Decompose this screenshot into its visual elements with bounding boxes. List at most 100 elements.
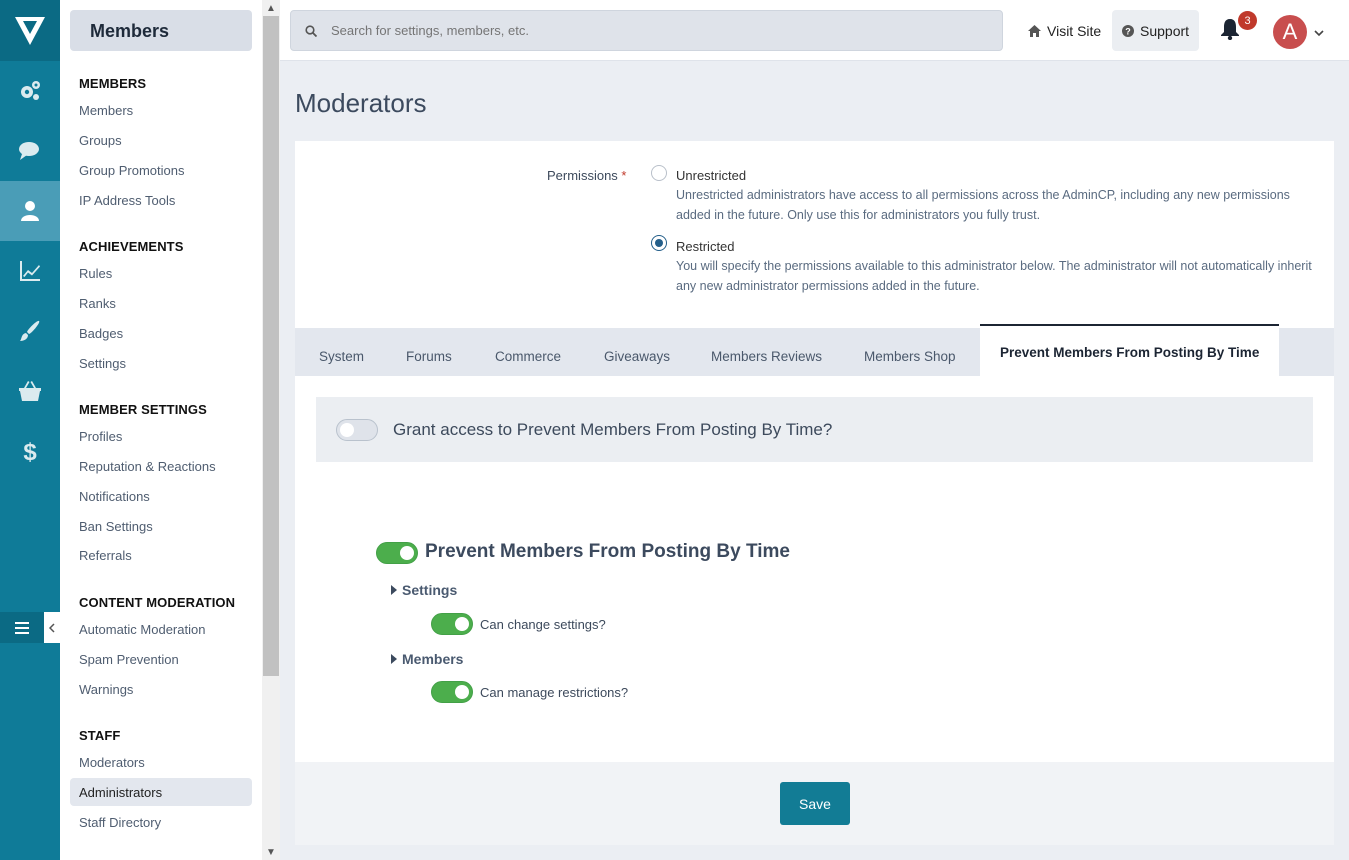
scrollbar-thumb[interactable] — [263, 16, 279, 676]
tab-forums[interactable]: Forums — [406, 328, 452, 376]
can-change-settings-label: Can change settings? — [480, 617, 606, 632]
tab-prevent-members-posting[interactable]: Prevent Members From Posting By Time — [980, 324, 1280, 376]
subnav-item-spam-prevention[interactable]: Spam Prevention — [70, 645, 252, 673]
subnav-item-members[interactable]: Members — [70, 96, 252, 124]
radio-unrestricted[interactable] — [651, 165, 667, 181]
user-avatar[interactable]: A — [1273, 15, 1307, 49]
rail-footer — [0, 612, 60, 643]
home-icon — [1028, 24, 1041, 37]
option-unrestricted-title: Unrestricted — [676, 168, 747, 183]
tab-giveaways[interactable]: Giveaways — [604, 328, 670, 376]
search-input[interactable] — [331, 23, 931, 38]
can-manage-restrictions-toggle[interactable] — [431, 681, 473, 703]
subnav-item-staff-directory[interactable]: Staff Directory — [70, 808, 252, 836]
comments-icon — [19, 142, 39, 160]
group-members[interactable]: Members — [391, 651, 463, 667]
subnav-item-badges[interactable]: Badges — [70, 319, 252, 347]
rail-members[interactable] — [0, 181, 60, 241]
group-settings[interactable]: Settings — [391, 582, 457, 598]
subnav-scrollbar[interactable]: ▲ ▼ — [262, 0, 280, 860]
app-permission-toggle[interactable] — [376, 542, 418, 564]
search-icon — [305, 24, 317, 37]
rail-billing[interactable]: $ — [0, 421, 60, 481]
section-heading-achievements: ACHIEVEMENTS — [79, 239, 184, 254]
chevron-down-icon[interactable] — [1314, 24, 1324, 42]
rail-system[interactable] — [0, 61, 60, 121]
subnav-item-ranks[interactable]: Ranks — [70, 289, 252, 317]
option-restricted-desc: You will specify the permissions availab… — [676, 259, 1312, 293]
rail-stats[interactable] — [0, 241, 60, 301]
search-box[interactable] — [290, 10, 1003, 51]
subnav-item-profiles[interactable]: Profiles — [70, 422, 252, 450]
menu-icon[interactable] — [0, 621, 44, 634]
save-button[interactable]: Save — [780, 782, 850, 825]
logo-icon — [15, 16, 45, 45]
notifications-bell-icon[interactable] — [1220, 18, 1240, 45]
icon-rail: $ — [0, 0, 60, 860]
grant-access-label: Grant access to Prevent Members From Pos… — [393, 420, 833, 439]
section-heading-member-settings: MEMBER SETTINGS — [79, 402, 207, 417]
subnav-item-achievement-settings[interactable]: Settings — [70, 349, 252, 377]
logo[interactable] — [0, 0, 60, 61]
subnav-item-referrals[interactable]: Referrals — [70, 541, 252, 569]
support-button[interactable]: ? Support — [1112, 10, 1200, 51]
top-header: Visit Site ? Support 3 A — [280, 0, 1349, 61]
subnav-item-moderators[interactable]: Moderators — [70, 748, 252, 776]
chart-icon — [20, 261, 40, 281]
rail-customization[interactable] — [0, 301, 60, 361]
group-members-label: Members — [402, 651, 464, 667]
subnav-item-ip-address-tools[interactable]: IP Address Tools — [70, 186, 252, 214]
radio-restricted[interactable] — [651, 235, 667, 251]
permissions-label-text: Permissions — [547, 168, 618, 183]
dollar-icon: $ — [23, 439, 37, 463]
subnav-item-warnings[interactable]: Warnings — [70, 675, 252, 703]
visit-site-label: Visit Site — [1047, 22, 1102, 39]
option-restricted-title: Restricted — [676, 239, 735, 254]
section-heading-content-moderation: CONTENT MODERATION — [79, 595, 236, 610]
collapse-icon[interactable] — [44, 612, 60, 643]
form-footer: Save — [295, 762, 1334, 845]
subnav-title: Members — [70, 10, 252, 51]
subnav-item-groups[interactable]: Groups — [70, 126, 252, 154]
svg-text:$: $ — [23, 439, 37, 463]
caret-right-icon — [391, 654, 397, 664]
can-change-settings-toggle[interactable] — [431, 613, 473, 635]
visit-site-button[interactable]: Visit Site — [1018, 10, 1111, 51]
user-icon — [21, 201, 39, 221]
tab-members-shop[interactable]: Members Shop — [864, 328, 956, 376]
support-label: Support — [1140, 22, 1190, 39]
grant-access-row: Grant access to Prevent Members From Pos… — [316, 397, 1313, 462]
page-title: Moderators — [295, 88, 427, 118]
tab-commerce[interactable]: Commerce — [495, 328, 561, 376]
subnav-item-rules[interactable]: Rules — [70, 259, 252, 287]
brush-icon — [20, 320, 40, 341]
permissions-label: Permissions * — [547, 168, 626, 183]
app-permission-title: Prevent Members From Posting By Time — [425, 541, 790, 562]
rail-commerce[interactable] — [0, 361, 60, 421]
sub-navigation: Members MEMBERS Members Groups Group Pro… — [60, 0, 262, 860]
subnav-item-administrators[interactable]: Administrators — [70, 778, 252, 806]
admin-app: $ Members MEMBERS Members Groups Group P… — [0, 0, 1349, 860]
scroll-down-icon[interactable]: ▼ — [262, 844, 280, 860]
permission-tabs: System Forums Commerce Giveaways Members… — [295, 324, 1334, 376]
basket-icon — [19, 381, 41, 401]
group-settings-label: Settings — [402, 582, 458, 598]
rail-community[interactable] — [0, 121, 60, 181]
notification-count-badge: 3 — [1238, 11, 1257, 30]
subnav-item-ban-settings[interactable]: Ban Settings — [70, 512, 252, 540]
tab-members-reviews[interactable]: Members Reviews — [711, 328, 822, 376]
subnav-item-notifications[interactable]: Notifications — [70, 482, 252, 510]
scroll-up-icon[interactable]: ▲ — [262, 0, 280, 16]
admin-permissions-form: Permissions * Unrestricted Unrestricted … — [295, 141, 1334, 845]
question-circle-icon: ? — [1122, 24, 1134, 37]
caret-right-icon — [391, 585, 397, 595]
gears-icon — [21, 81, 40, 100]
section-heading-staff: STAFF — [79, 728, 121, 743]
subnav-item-group-promotions[interactable]: Group Promotions — [70, 156, 252, 184]
grant-access-toggle[interactable] — [336, 419, 378, 441]
svg-text:?: ? — [1125, 26, 1131, 36]
section-heading-members: MEMBERS — [79, 76, 147, 91]
subnav-item-automatic-moderation[interactable]: Automatic Moderation — [70, 615, 252, 643]
subnav-item-reputation[interactable]: Reputation & Reactions — [70, 452, 252, 480]
tab-system[interactable]: System — [319, 328, 364, 376]
